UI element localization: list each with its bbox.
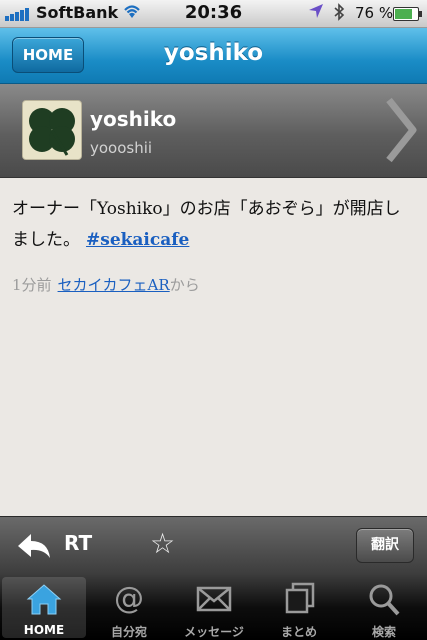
battery-percent: 76 % — [355, 4, 394, 22]
battery-icon — [393, 7, 422, 21]
profile-name: yoshiko — [90, 107, 177, 131]
tweet-message: オーナー「Yoshiko」のお店「あおぞら」が開店しました。 — [12, 199, 401, 250]
tab-label: まとめ — [280, 625, 317, 639]
status-bar: SoftBank 20:36 76 % — [0, 0, 427, 28]
tab-messages[interactable]: メッセージ — [172, 577, 256, 639]
source-suffix: から — [169, 276, 200, 294]
tweet-body: オーナー「Yoshiko」のお店「あおぞら」が開店しました。 #sekaicafe… — [0, 178, 427, 515]
tweet-time: 1分前 — [12, 276, 52, 294]
location-icon — [308, 3, 324, 23]
page-title: yoshiko — [163, 40, 264, 66]
tab-mentions[interactable]: @ 自分宛 — [87, 577, 171, 639]
chevron-right-icon[interactable] — [383, 96, 419, 164]
tweet-meta: 1分前 セカイカフェARから — [12, 274, 200, 295]
tweet-text: オーナー「Yoshiko」のお店「あおぞら」が開店しました。 #sekaicafe — [12, 194, 417, 256]
at-icon: @ — [114, 581, 144, 616]
source-link[interactable]: セカイカフェAR — [58, 276, 170, 294]
tab-label: 自分宛 — [110, 625, 147, 639]
tab-lists[interactable]: まとめ — [257, 577, 341, 639]
tab-bar: HOME @ 自分宛 メッセージ まとめ 検索 — [0, 575, 427, 640]
profile-handle: yoooshii — [90, 139, 153, 157]
profile-header[interactable]: yoshiko yoooshii — [0, 84, 427, 178]
bluetooth-icon — [333, 3, 345, 25]
retweet-button[interactable]: RT — [64, 531, 92, 555]
reply-icon[interactable] — [16, 531, 54, 561]
tab-search[interactable]: 検索 — [342, 577, 426, 639]
tab-label: HOME — [23, 623, 65, 637]
tab-home[interactable]: HOME — [2, 577, 86, 638]
nav-bar: HOME yoshiko — [0, 28, 427, 84]
action-bar: RT ☆ 翻訳 — [0, 516, 427, 575]
tab-label: 検索 — [371, 625, 396, 639]
tab-label: メッセージ — [184, 625, 244, 639]
home-icon — [2, 581, 86, 617]
hashtag-link[interactable]: #sekaicafe — [86, 230, 189, 250]
envelope-icon — [172, 581, 256, 617]
avatar[interactable] — [22, 100, 82, 160]
translate-button[interactable]: 翻訳 — [356, 528, 414, 563]
search-icon — [342, 581, 426, 617]
favorite-star-icon[interactable]: ☆ — [150, 527, 175, 560]
stack-icon — [257, 581, 341, 617]
clover-icon — [23, 101, 81, 159]
